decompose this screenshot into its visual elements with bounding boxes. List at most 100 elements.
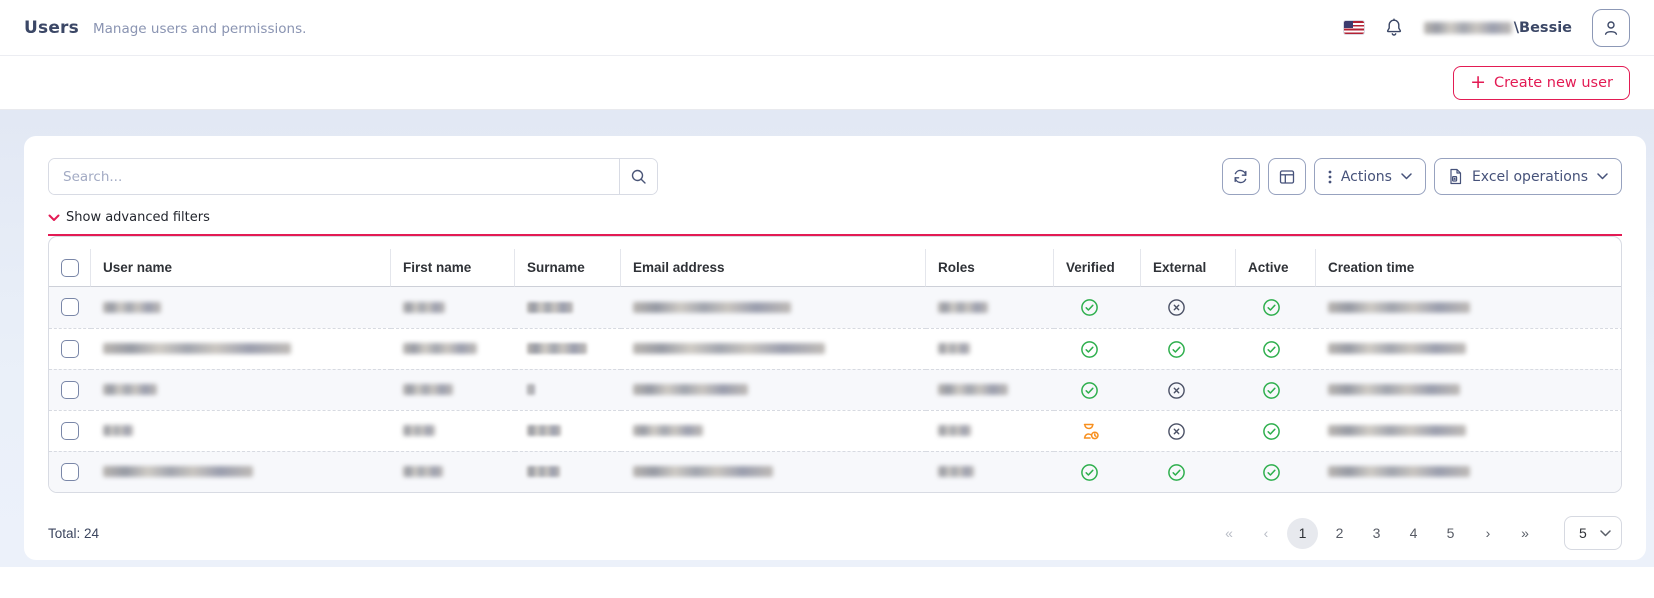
redacted-text — [938, 302, 988, 313]
plus-icon: + — [1470, 73, 1486, 92]
cell-external — [1141, 410, 1236, 451]
table-row[interactable] — [49, 451, 1622, 492]
page-button-1[interactable]: 1 — [1287, 518, 1318, 549]
row-checkbox[interactable] — [61, 340, 79, 358]
redacted-text — [103, 302, 161, 313]
cell-surname — [515, 328, 621, 369]
page-size-select[interactable]: 5 — [1564, 516, 1622, 550]
redacted-text — [1328, 302, 1470, 313]
redacted-text — [633, 466, 773, 477]
redacted-text — [403, 384, 453, 395]
cell-active — [1236, 410, 1316, 451]
cell-roles — [926, 410, 1054, 451]
redacted-text — [403, 343, 477, 354]
search-box — [48, 158, 658, 195]
action-bar: + Create new user — [0, 56, 1654, 110]
excel-file-icon — [1448, 168, 1463, 185]
users-table: User name First name Surname Email addre… — [48, 236, 1622, 493]
table-row[interactable] — [49, 328, 1622, 369]
last-page-button[interactable]: » — [1509, 518, 1540, 549]
cell-active — [1236, 328, 1316, 369]
row-checkbox[interactable] — [61, 381, 79, 399]
cell-first-name — [391, 328, 515, 369]
show-advanced-filters-toggle[interactable]: Show advanced filters — [48, 210, 210, 225]
language-flag-button[interactable] — [1344, 21, 1364, 34]
column-header-roles[interactable]: Roles — [926, 249, 1054, 287]
column-header-first-name[interactable]: First name — [391, 249, 515, 287]
cell-active — [1236, 451, 1316, 492]
show-advanced-filters-label: Show advanced filters — [66, 210, 210, 225]
cell-user-name — [91, 287, 391, 328]
column-header-active[interactable]: Active — [1236, 249, 1316, 287]
page-button-5[interactable]: 5 — [1435, 518, 1466, 549]
table-row[interactable] — [49, 369, 1622, 410]
page-button-4[interactable]: 4 — [1398, 518, 1429, 549]
cell-verified — [1054, 328, 1141, 369]
excel-operations-dropdown-button[interactable]: Excel operations — [1434, 158, 1622, 195]
chevron-down-icon — [1401, 173, 1412, 180]
page-button-3[interactable]: 3 — [1361, 518, 1392, 549]
redacted-text — [103, 384, 157, 395]
redacted-text — [938, 466, 974, 477]
column-header-email[interactable]: Email address — [621, 249, 926, 287]
page-button-2[interactable]: 2 — [1324, 518, 1355, 549]
column-header-creation-time[interactable]: Creation time — [1316, 249, 1622, 287]
column-header-external[interactable]: External — [1141, 249, 1236, 287]
column-header-verified[interactable]: Verified — [1054, 249, 1141, 287]
cell-first-name — [391, 369, 515, 410]
next-page-button[interactable]: › — [1472, 518, 1503, 549]
user-menu-button[interactable] — [1592, 9, 1630, 47]
check-circle-icon — [1080, 340, 1099, 359]
actions-label: Actions — [1341, 169, 1392, 185]
column-header-surname[interactable]: Surname — [515, 249, 621, 287]
cell-user-name — [91, 369, 391, 410]
cell-active — [1236, 369, 1316, 410]
table-row[interactable] — [49, 410, 1622, 451]
row-checkbox[interactable] — [61, 298, 79, 316]
redacted-text — [633, 425, 703, 436]
cell-creation-time — [1316, 328, 1622, 369]
cell-surname — [515, 451, 621, 492]
cell-surname — [515, 410, 621, 451]
row-checkbox[interactable] — [61, 463, 79, 481]
cell-external — [1141, 369, 1236, 410]
first-page-button[interactable]: « — [1213, 518, 1244, 549]
redacted-text — [103, 466, 253, 477]
redacted-text — [1328, 425, 1466, 436]
page-title: Users — [24, 18, 79, 38]
table-row[interactable] — [49, 287, 1622, 328]
select-all-checkbox[interactable] — [61, 259, 79, 277]
us-flag-icon — [1344, 21, 1364, 34]
cell-email — [621, 451, 926, 492]
cell-first-name — [391, 410, 515, 451]
user-name-text: \Bessie — [1514, 20, 1572, 36]
redacted-text — [527, 302, 573, 313]
column-chooser-button[interactable] — [1268, 158, 1306, 195]
search-button[interactable] — [619, 159, 657, 194]
refresh-button[interactable] — [1222, 158, 1260, 195]
search-input[interactable] — [49, 159, 619, 194]
cell-first-name — [391, 451, 515, 492]
cell-user-name — [91, 451, 391, 492]
previous-page-button[interactable]: ‹ — [1250, 518, 1281, 549]
cell-active — [1236, 287, 1316, 328]
cell-first-name — [391, 287, 515, 328]
notifications-button[interactable] — [1384, 17, 1404, 38]
redacted-text — [1328, 384, 1460, 395]
actions-dropdown-button[interactable]: Actions — [1314, 158, 1426, 195]
table-header-row: User name First name Surname Email addre… — [49, 249, 1622, 287]
redacted-text — [527, 384, 535, 395]
redacted-text — [527, 425, 561, 436]
column-header-user-name[interactable]: User name — [91, 249, 391, 287]
top-header-bar: Users Manage users and permissions. \Bes… — [0, 0, 1654, 56]
cell-external — [1141, 328, 1236, 369]
row-checkbox[interactable] — [61, 422, 79, 440]
check-circle-icon — [1262, 422, 1281, 441]
check-circle-icon — [1080, 298, 1099, 317]
cell-roles — [926, 369, 1054, 410]
cell-roles — [926, 328, 1054, 369]
create-new-user-button[interactable]: + Create new user — [1453, 66, 1630, 100]
cell-verified — [1054, 369, 1141, 410]
cell-creation-time — [1316, 451, 1622, 492]
chevron-down-icon — [48, 214, 60, 222]
